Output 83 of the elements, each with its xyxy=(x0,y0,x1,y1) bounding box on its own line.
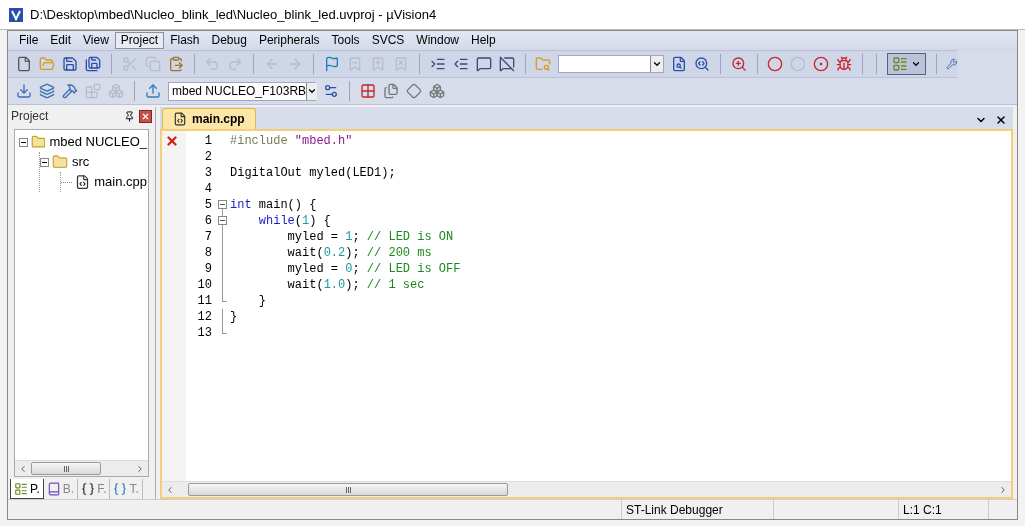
menu-item[interactable]: Project xyxy=(114,32,165,49)
scrollbar-thumb[interactable] xyxy=(31,462,101,475)
code-line: int main() { xyxy=(230,197,317,213)
code-line: DigitalOut myled(LED1); xyxy=(230,165,396,181)
line-number: 11 xyxy=(196,293,212,310)
line-number: 10 xyxy=(196,277,212,294)
tree-item[interactable]: main.cpp xyxy=(93,172,148,192)
scroll-right-icon[interactable] xyxy=(998,484,1008,495)
cursor-position: L:1 C:1 xyxy=(899,500,989,519)
load-icon[interactable] xyxy=(145,83,161,99)
line-number: 2 xyxy=(203,149,212,166)
code-line: wait(1.0); // 1 sec xyxy=(286,277,425,293)
line-number: 3 xyxy=(203,165,212,182)
line-number: 7 xyxy=(203,229,212,246)
menu-item[interactable]: Debug xyxy=(205,32,253,49)
pin-icon[interactable] xyxy=(124,110,135,122)
bookmark-flag-icon[interactable] xyxy=(323,56,340,72)
fold-toggle[interactable] xyxy=(217,216,227,225)
close-icon xyxy=(141,111,150,121)
uncomment-icon[interactable] xyxy=(498,56,515,72)
line-number: 1 xyxy=(203,133,212,150)
code-line: #include "mbed.h" xyxy=(230,133,353,149)
debugger-status: ST-Link Debugger xyxy=(622,500,774,519)
line-number: 5 xyxy=(203,197,212,214)
app-logo-icon xyxy=(8,6,24,23)
settings-wrench-icon[interactable] xyxy=(946,56,958,72)
line-number: 6 xyxy=(203,213,212,230)
new-file-icon[interactable] xyxy=(16,56,32,72)
tree-item[interactable]: src xyxy=(71,152,91,172)
line-number: 4 xyxy=(203,181,212,198)
source-file-icon xyxy=(75,174,91,190)
file-tab[interactable]: main.cpp xyxy=(162,108,256,129)
packs-icon[interactable] xyxy=(429,83,445,99)
books-tab-icon xyxy=(46,482,61,496)
source-file-icon xyxy=(173,112,187,126)
scroll-right-icon[interactable] xyxy=(135,463,145,474)
comment-icon[interactable] xyxy=(475,56,492,72)
find-icon[interactable] xyxy=(670,56,687,72)
code-line: myled = 1; // LED is ON xyxy=(286,229,454,245)
paste-icon[interactable] xyxy=(167,56,184,72)
panel-tab[interactable]: P. xyxy=(10,479,44,499)
save-icon[interactable] xyxy=(62,56,78,72)
functions-tab-icon xyxy=(81,482,96,496)
scroll-left-icon[interactable] xyxy=(165,484,175,495)
tree-item[interactable]: mbed NUCLEO_ xyxy=(48,132,148,152)
code-line: while(1) { xyxy=(257,213,331,229)
code-line: } xyxy=(257,293,266,309)
menu-item[interactable]: Flash xyxy=(164,32,206,49)
line-number: 12 xyxy=(196,309,212,326)
collapse-toggle[interactable] xyxy=(19,137,28,147)
window-title: D:\Desktop\mbed\Nucleo_blink_led\Nucleo_blink_led.uvproj - µVision4 xyxy=(30,5,437,24)
line-number: 13 xyxy=(196,325,212,342)
line-number: 8 xyxy=(203,245,212,262)
menu-item[interactable]: Window xyxy=(410,32,465,49)
code-line: } xyxy=(230,309,238,325)
panel-title: Project xyxy=(11,108,49,125)
code-editor[interactable]: 1 2 3 4 5 6 7 8 9 10 11 12 13 #include "mbed.h" DigitalOut myled(LED1); int main() { while(1) { myled = 1; // LED is ON wait(0.2); // 200 ms myled = 0; // LED is OFF wait(1.0); // 1 sec } } xyxy=(160,129,1013,499)
menu-item[interactable]: Tools xyxy=(325,32,366,49)
menu-item[interactable]: Edit xyxy=(44,32,78,49)
unindent-icon[interactable] xyxy=(452,56,469,72)
fold-toggle[interactable] xyxy=(217,200,227,209)
window-view-button[interactable] xyxy=(886,53,926,75)
menu-item[interactable]: Peripherals xyxy=(252,32,326,49)
breakpoint-icon[interactable] xyxy=(767,56,784,72)
scroll-left-icon[interactable] xyxy=(18,463,28,474)
search-combo-box[interactable] xyxy=(558,55,664,73)
menu-item[interactable]: View xyxy=(77,32,115,49)
code-line: wait(0.2); // 200 ms xyxy=(286,245,432,261)
save-all-icon[interactable] xyxy=(85,56,101,72)
indent-icon[interactable] xyxy=(429,56,446,72)
line-number: 9 xyxy=(203,261,212,278)
target-select[interactable]: mbed NUCLEO_F103RB xyxy=(168,81,316,101)
target-folder-icon xyxy=(30,134,46,150)
scrollbar-thumb[interactable] xyxy=(188,483,508,496)
incremental-find-icon[interactable] xyxy=(693,56,710,72)
folder-icon xyxy=(52,154,68,170)
collapse-toggle[interactable] xyxy=(40,157,49,167)
code-line: myled = 0; // LED is OFF xyxy=(286,261,461,277)
menu-item[interactable]: File xyxy=(13,32,45,49)
menu-item[interactable]: Help xyxy=(465,32,502,49)
menu-item[interactable]: SVCS xyxy=(365,32,411,49)
close-icon[interactable] xyxy=(995,114,1007,126)
panel-close-button[interactable] xyxy=(139,109,152,123)
